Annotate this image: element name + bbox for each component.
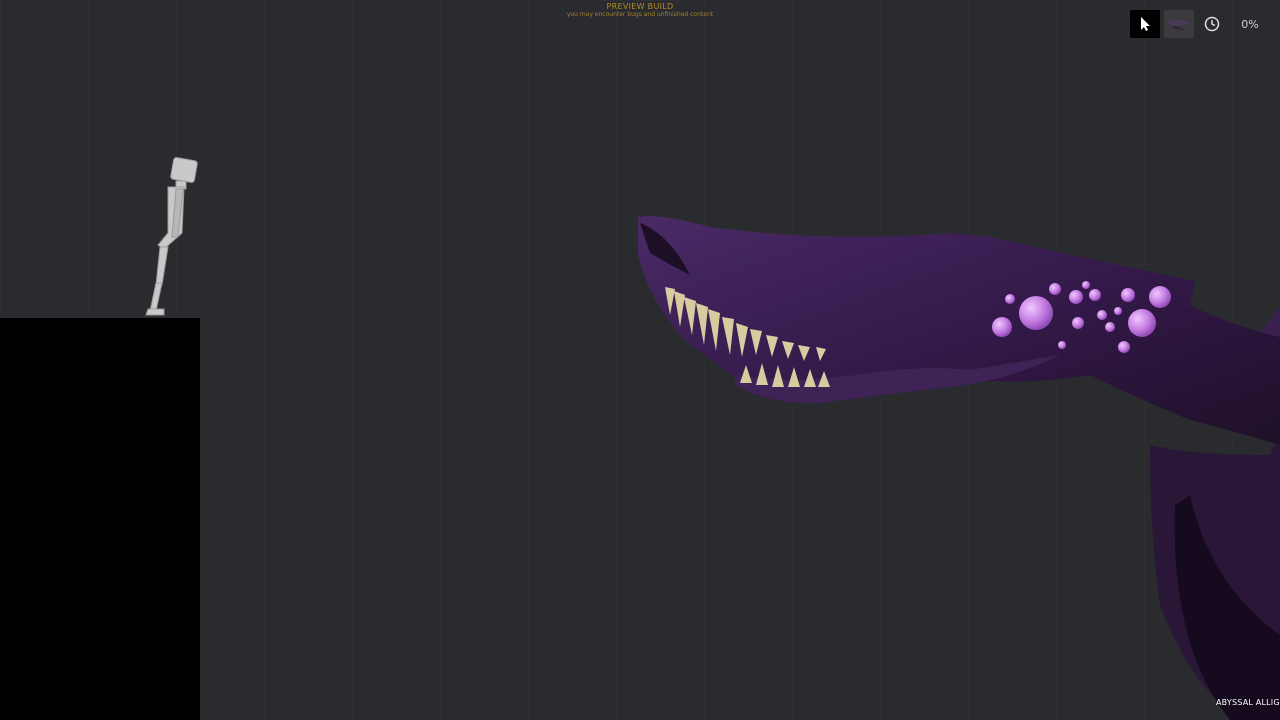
clock-icon xyxy=(1204,16,1220,32)
time-scale-button[interactable] xyxy=(1198,10,1226,38)
game-viewport[interactable]: PREVIEW BUILD you may encounter bugs and… xyxy=(0,0,1280,720)
time-scale-percent: 0% xyxy=(1241,17,1259,31)
pointer-tool-button[interactable] xyxy=(1130,10,1160,38)
human-ragdoll[interactable] xyxy=(138,155,208,320)
creature-thumbnail-icon xyxy=(1165,14,1193,34)
spawned-item-label: ABYSSAL ALLIG xyxy=(1216,698,1280,707)
black-platform[interactable] xyxy=(0,318,200,720)
selected-item-button[interactable] xyxy=(1164,10,1194,38)
preview-build-subtitle: you may encounter bugs and unfinished co… xyxy=(566,10,714,18)
preview-build-banner: PREVIEW BUILD you may encounter bugs and… xyxy=(540,2,740,18)
top-right-toolbar: 0% xyxy=(1130,10,1270,38)
abyssal-alligator-creature[interactable] xyxy=(630,205,1280,720)
cursor-icon xyxy=(1141,17,1150,31)
